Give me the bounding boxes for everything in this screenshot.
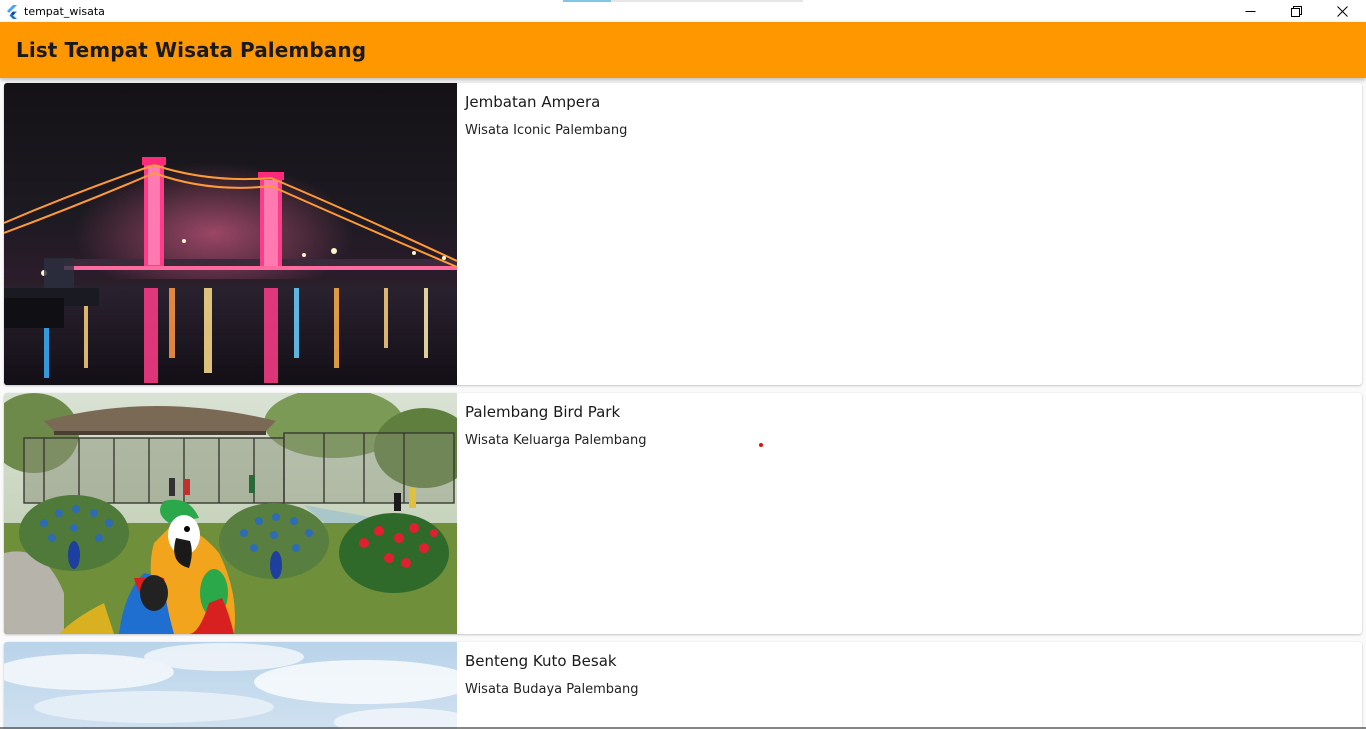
place-card[interactable]: Jembatan Ampera Wisata Iconic Palembang [4,83,1362,385]
place-title: Palembang Bird Park [465,403,621,421]
minimize-button[interactable] [1227,0,1273,22]
place-text: Benteng Kuto Besak Wisata Budaya Palemba… [465,652,639,697]
titlebar-indicator [563,0,803,2]
place-subtitle: Wisata Budaya Palembang [465,682,639,697]
app-bar: List Tempat Wisata Palembang [0,22,1366,78]
window-titlebar[interactable]: tempat_wisata [0,0,1366,22]
place-card[interactable]: Palembang Bird Park Wisata Keluarga Pale… [4,393,1362,634]
app-window: tempat_wisata List Tempat Wisata Palemba… [0,0,1366,729]
close-icon [1336,2,1348,21]
titlebar-indicator-segment [563,0,611,2]
flutter-logo-icon [5,4,19,19]
place-text: Palembang Bird Park Wisata Keluarga Pale… [465,403,646,448]
close-button[interactable] [1319,0,1365,22]
place-subtitle: Wisata Keluarga Palembang [465,433,647,448]
places-list[interactable]: Jembatan Ampera Wisata Iconic Palembang [0,78,1366,729]
place-text: Jembatan Ampera Wisata Iconic Palembang [465,93,627,138]
place-image-bird-park [4,393,457,634]
page-title: List Tempat Wisata Palembang [16,38,367,62]
window-title: tempat_wisata [24,4,105,18]
place-card[interactable]: Benteng Kuto Besak Wisata Budaya Palemba… [4,642,1362,729]
place-image-bridge [4,83,457,385]
restore-button[interactable] [1273,0,1319,22]
place-image-fort [4,642,457,729]
minimize-icon [1245,2,1256,21]
restore-icon [1290,2,1302,21]
place-subtitle: Wisata Iconic Palembang [465,123,628,138]
place-title: Jembatan Ampera [465,93,601,111]
place-title: Benteng Kuto Besak [465,652,617,670]
cursor-dot [759,443,763,447]
